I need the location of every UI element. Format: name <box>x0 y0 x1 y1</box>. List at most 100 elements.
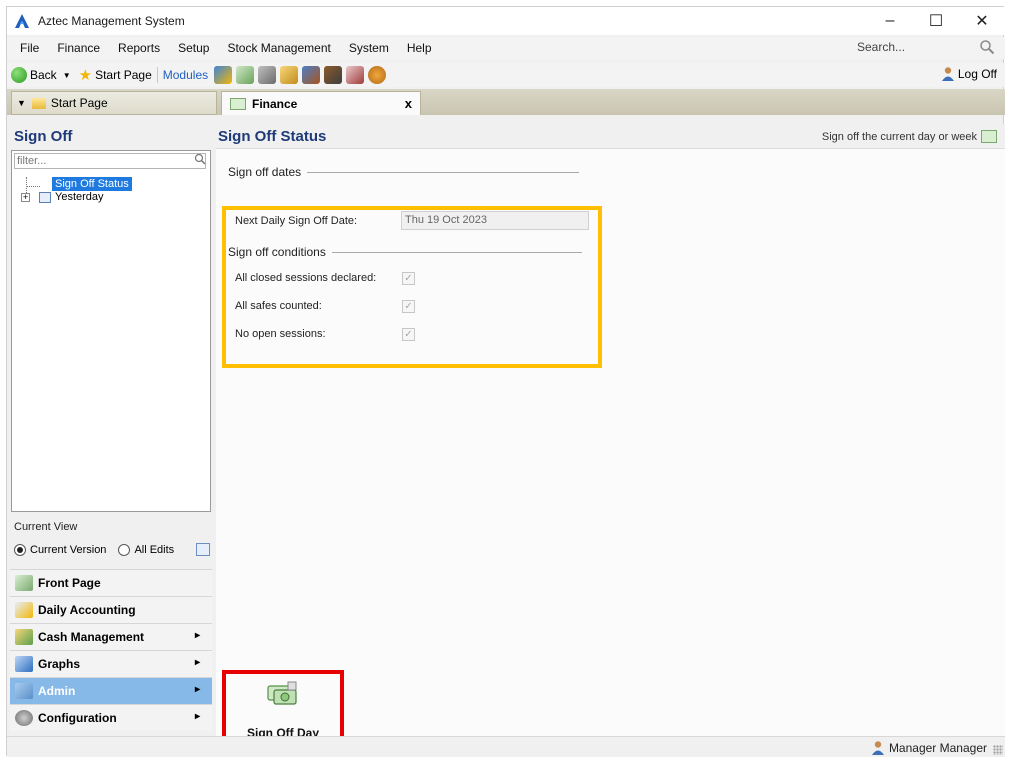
menu-finance[interactable]: Finance <box>48 41 109 55</box>
cash-management-icon <box>15 629 33 645</box>
tree-connector <box>26 186 40 187</box>
close-tab-icon[interactable]: x <box>405 96 412 111</box>
graphs-icon <box>15 656 33 672</box>
chevron-right-icon: ▸ <box>194 711 200 722</box>
tree-item-sign-off-status[interactable]: Sign Off Status <box>52 177 132 191</box>
section-heading: Sign off dates <box>228 165 302 179</box>
nav-daily-accounting[interactable]: Daily Accounting <box>10 596 212 623</box>
back-button[interactable]: Back ▼ <box>11 67 71 83</box>
tab-start-page[interactable]: ▼ Start Page <box>11 91 217 115</box>
minimize-button[interactable]: – <box>867 7 913 35</box>
menu-reports[interactable]: Reports <box>109 41 169 55</box>
back-dropdown-icon[interactable]: ▼ <box>63 71 71 80</box>
module-shop-icon[interactable] <box>324 66 343 84</box>
chevron-right-icon: ▸ <box>194 657 200 668</box>
app-window: Aztec Management System – ☐ ✕ File Finan… <box>6 6 1005 757</box>
finance-icon <box>230 97 246 110</box>
menu-bar: File Finance Reports Setup Stock Managem… <box>7 37 1005 59</box>
gear-icon <box>15 710 33 726</box>
status-user: Manager Manager <box>871 740 987 756</box>
menu-file[interactable]: File <box>7 41 48 55</box>
section-rule <box>307 171 580 173</box>
chevron-right-icon: ▸ <box>194 684 200 695</box>
nav-label: Cash Management <box>38 630 145 644</box>
tab-finance[interactable]: Finance x <box>221 91 421 115</box>
front-page-icon <box>15 575 33 591</box>
nav-label: Daily Accounting <box>38 603 136 617</box>
chevron-right-icon: ▸ <box>194 630 200 641</box>
user-icon <box>871 740 885 756</box>
menu-help[interactable]: Help <box>398 41 441 55</box>
module-people-icon[interactable] <box>302 66 321 84</box>
nav-front-page[interactable]: Front Page <box>10 569 212 596</box>
sign-off-current-link[interactable]: Sign off the current day or week <box>822 130 997 143</box>
nav-configuration[interactable]: Configuration ▸ <box>10 704 212 731</box>
tree-panel: filter... Sign Off Status + Yesterday <box>11 150 211 512</box>
search-icon[interactable] <box>979 39 995 55</box>
tab-strip: ▼ Start Page Finance x <box>7 89 1005 115</box>
nav-label: Configuration <box>38 711 117 725</box>
left-pane: Sign Off filter... Sign Off Status + Yes… <box>10 124 212 736</box>
radio-current-version[interactable] <box>14 544 26 556</box>
tree-expand-icon[interactable]: + <box>21 193 30 202</box>
current-view-options: Current Version All Edits <box>14 543 212 556</box>
nav-admin[interactable]: Admin ▸ <box>10 677 212 704</box>
tab-dropdown-icon[interactable]: ▼ <box>17 98 26 108</box>
tab-finance-label: Finance <box>252 96 298 111</box>
module-cafe-icon[interactable] <box>280 66 299 84</box>
search-box[interactable]: Search... <box>857 39 995 55</box>
module-finance-icon[interactable] <box>236 66 255 84</box>
left-pane-title: Sign Off <box>14 128 73 145</box>
menu-stock-management[interactable]: Stock Management <box>218 41 339 55</box>
back-arrow-icon <box>11 67 27 83</box>
menu-system[interactable]: System <box>340 41 398 55</box>
section-sign-off-dates: Sign off dates <box>228 165 580 179</box>
radio-current-version-label: Current Version <box>30 544 107 556</box>
sign-off-current-label: Sign off the current day or week <box>821 130 977 143</box>
star-icon: ★ <box>78 66 93 84</box>
title-bar: Aztec Management System – ☐ ✕ <box>7 7 1005 35</box>
logoff-button[interactable]: Log Off <box>941 66 997 82</box>
start-page-button[interactable]: ★ Start Page <box>79 68 152 83</box>
module-cash-icon[interactable] <box>214 66 233 84</box>
nav-label: Front Page <box>38 576 101 590</box>
logoff-label: Log Off <box>957 67 997 81</box>
start-page-label: Start Page <box>95 68 152 82</box>
finance-icon <box>981 130 997 143</box>
window-controls: – ☐ ✕ <box>867 7 1005 35</box>
nav-cash-management[interactable]: Cash Management ▸ <box>10 623 212 650</box>
radio-all-edits-label: All Edits <box>134 544 175 556</box>
module-icons <box>214 66 387 84</box>
nav-graphs[interactable]: Graphs ▸ <box>10 650 212 677</box>
search-input[interactable]: Search... <box>857 40 979 54</box>
module-edit-icon[interactable] <box>346 66 365 84</box>
status-bar: Manager Manager <box>7 736 1005 757</box>
user-icon <box>941 66 955 82</box>
back-label: Back <box>30 68 57 82</box>
aztec-logo-icon <box>14 13 30 29</box>
daily-accounting-icon <box>15 602 33 618</box>
filter-input[interactable]: filter... <box>14 153 206 169</box>
module-stock-icon[interactable] <box>258 66 277 84</box>
modules-label[interactable]: Modules <box>163 68 208 82</box>
calendar-picker-icon[interactable] <box>196 543 210 556</box>
resize-grip-icon[interactable] <box>993 745 1003 755</box>
toolbar-separator <box>156 67 158 83</box>
right-pane: Sign Off Status Sign off the current day… <box>216 124 1005 753</box>
maximize-button[interactable]: ☐ <box>913 7 959 35</box>
page-title: Sign Off Status <box>218 128 327 145</box>
module-nav: Front Page Daily Accounting Cash Managem… <box>10 569 212 731</box>
status-user-label: Manager Manager <box>888 741 987 755</box>
toolbar: Back ▼ ★ Start Page Modules Log Off <box>7 63 1005 87</box>
tab-start-page-label: Start Page <box>50 96 108 110</box>
radio-all-edits[interactable] <box>118 544 131 556</box>
tree-item-yesterday[interactable]: Yesterday <box>55 191 104 203</box>
menu-setup[interactable]: Setup <box>169 41 218 55</box>
current-view-label: Current View <box>14 521 78 533</box>
close-window-button[interactable]: ✕ <box>959 7 1005 35</box>
module-palette-icon[interactable] <box>368 66 387 84</box>
filter-search-icon[interactable] <box>194 153 206 165</box>
calendar-icon <box>39 192 51 203</box>
nav-label: Graphs <box>38 657 81 671</box>
sign-off-content: Sign off dates Next Daily Sign Off Date:… <box>216 149 1005 753</box>
